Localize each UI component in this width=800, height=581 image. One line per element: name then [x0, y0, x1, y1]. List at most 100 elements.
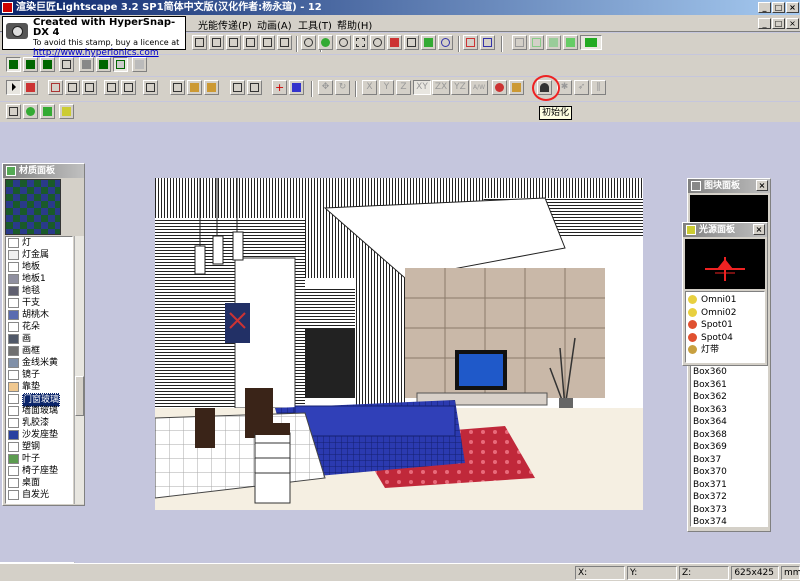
roll-icon[interactable] [438, 35, 453, 50]
surface-icon[interactable] [170, 80, 185, 95]
light-panel-icon[interactable] [59, 104, 74, 119]
mode-render-icon[interactable] [113, 57, 128, 72]
plane-yz-button[interactable]: YZ [451, 80, 469, 95]
material-item[interactable]: 靠垫 [8, 381, 72, 393]
light-panel-close-button[interactable]: × [753, 224, 765, 235]
render-viewport[interactable] [155, 178, 643, 510]
material-item[interactable]: 墙面玻璃 [8, 405, 72, 417]
menu-animation[interactable]: 动画(A) [257, 17, 292, 32]
pan-icon[interactable] [353, 35, 368, 50]
menu-help[interactable]: 帮助(H) [337, 17, 372, 32]
display-textured-icon[interactable] [580, 35, 602, 50]
material-item[interactable]: 沙发座垫 [8, 429, 72, 441]
light-aim-icon[interactable] [509, 80, 524, 95]
fov-icon[interactable] [404, 35, 419, 50]
view-front-icon[interactable] [192, 35, 207, 50]
block-item[interactable]: Box368 [693, 429, 727, 441]
material-item[interactable]: 自发光 [8, 489, 72, 501]
material-item[interactable]: 金线米黄 [8, 357, 72, 369]
copy-icon[interactable] [104, 80, 119, 95]
block-item[interactable]: Box373 [693, 504, 727, 516]
material-item[interactable]: 地毯 [8, 285, 72, 297]
material-item[interactable]: 灯 [8, 237, 72, 249]
mode-gray-icon[interactable] [79, 57, 94, 72]
minimize-button[interactable]: _ [758, 2, 771, 13]
material-item[interactable]: 叶子 [8, 453, 72, 465]
display-solid-icon[interactable] [546, 35, 561, 50]
block-panel-icon[interactable] [40, 104, 55, 119]
stop-icon[interactable]: ‖ [591, 80, 606, 95]
reverse-icon[interactable] [204, 80, 219, 95]
block-item[interactable]: Box360 [693, 366, 727, 378]
view-top-icon[interactable] [260, 35, 275, 50]
material-panel-icon[interactable] [23, 104, 38, 119]
axis-y-button[interactable]: Y [379, 80, 394, 95]
material-item[interactable]: 画 [8, 333, 72, 345]
plane-any-button[interactable]: A/W [470, 80, 488, 95]
material-item[interactable]: 门窗玻璃 [8, 393, 72, 407]
menu-light[interactable]: 光能传递(P) [198, 17, 252, 32]
select-pick-icon[interactable] [48, 80, 63, 95]
axis-z-button[interactable]: Z [396, 80, 411, 95]
block-item[interactable]: Box363 [693, 404, 727, 416]
maximize-button[interactable]: □ [772, 2, 785, 13]
block-item[interactable]: Box369 [693, 441, 727, 453]
zoom-icon[interactable] [370, 35, 385, 50]
display-outline-icon[interactable] [529, 35, 544, 50]
camera-eye-icon[interactable] [318, 35, 333, 50]
material-item[interactable]: 花朵 [8, 321, 72, 333]
move-icon[interactable] [387, 35, 402, 50]
select-arrow-icon[interactable] [6, 80, 21, 95]
block-item[interactable]: Box370 [693, 466, 727, 478]
material-item[interactable]: 胡桃木 [8, 309, 72, 321]
mode-solution-icon[interactable] [40, 57, 55, 72]
mode-process-icon[interactable] [23, 57, 38, 72]
plane-zx-button[interactable]: ZX [432, 80, 450, 95]
new-icon[interactable] [143, 80, 158, 95]
menu-tools[interactable]: 工具(T) [298, 17, 332, 32]
material-item[interactable]: 乳胶漆 [8, 417, 72, 429]
scroll-thumb[interactable] [75, 376, 84, 416]
select-layer-icon[interactable] [82, 80, 97, 95]
view-right-icon[interactable] [243, 35, 258, 50]
material-scrollbar[interactable] [74, 236, 84, 504]
zoom-previous-icon[interactable] [480, 35, 495, 50]
block-panel-close-button[interactable]: × [756, 180, 768, 191]
mode-display-icon[interactable] [96, 57, 111, 72]
properties-icon[interactable] [230, 80, 245, 95]
select-object-icon[interactable] [65, 80, 80, 95]
plane-xy-button[interactable]: XY [413, 80, 431, 95]
move-axis-icon[interactable]: ✥ [318, 80, 333, 95]
material-item[interactable]: 画框 [8, 345, 72, 357]
move-vertex-icon[interactable] [289, 80, 304, 95]
zoom-window-icon[interactable] [463, 35, 478, 50]
doc-minimize-button[interactable]: _ [758, 18, 771, 29]
material-item[interactable]: 镜子 [8, 369, 72, 381]
run-icon[interactable]: ➶ [574, 80, 589, 95]
material-item[interactable]: 椅子座垫 [8, 465, 72, 477]
paste-icon[interactable] [121, 80, 136, 95]
block-item[interactable]: Box371 [693, 479, 727, 491]
material-item[interactable]: 地板1 [8, 273, 72, 285]
block-item[interactable]: Box372 [693, 491, 727, 503]
material-item[interactable]: 干支 [8, 297, 72, 309]
block-item[interactable]: Box361 [693, 379, 727, 391]
mode-extra-icon[interactable] [132, 57, 147, 72]
doc-maximize-button[interactable]: □ [772, 18, 785, 29]
doc-close-button[interactable]: × [786, 18, 799, 29]
block-item[interactable]: Box364 [693, 416, 727, 428]
mode-mesh-icon[interactable] [59, 57, 74, 72]
view-bottom-icon[interactable] [277, 35, 292, 50]
material-item[interactable]: 地板 [8, 261, 72, 273]
walk-icon[interactable] [421, 35, 436, 50]
display-wire-icon[interactable] [512, 35, 527, 50]
add-vertex-icon[interactable]: + [272, 80, 287, 95]
material-item[interactable]: 桌面 [8, 477, 72, 489]
material-item[interactable]: 塑钢 [8, 441, 72, 453]
block-item[interactable]: Box362 [693, 391, 727, 403]
filter-icon[interactable] [247, 80, 262, 95]
zoom-extents-icon[interactable] [301, 35, 316, 50]
axis-x-button[interactable]: X [362, 80, 377, 95]
stamp-link[interactable]: http://www.hyperionics.com [33, 48, 183, 58]
material-item[interactable]: 灯金属 [8, 249, 72, 261]
